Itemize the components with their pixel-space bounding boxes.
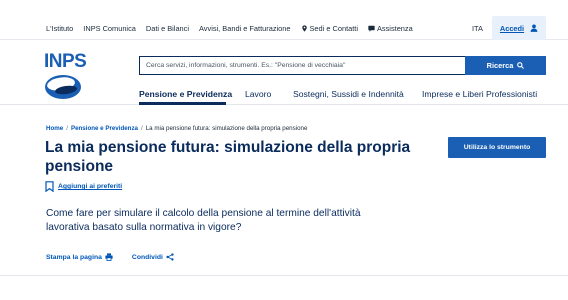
login-label: Accedi [499,23,525,33]
utility-link-sedi[interactable]: Sedi e Contatti [301,24,358,33]
utility-links: L'Istituto INPS Comunica Dati e Bilanci … [46,24,423,33]
tab-sostegni[interactable]: Sostegni, Sussidi e Indennità [293,89,404,99]
breadcrumb-separator: / [141,125,143,132]
utility-link-assistenza[interactable]: Assistenza [368,24,413,33]
location-pin-icon [301,25,307,32]
utility-link-avvisi[interactable]: Avvisi, Bandi e Fatturazione [199,24,290,33]
section-divider [0,275,568,276]
share-button[interactable]: Condividi [132,253,174,261]
page-title: La mia pensione futura: simulazione dell… [45,139,411,175]
printer-icon [105,253,113,261]
main-navigation: Pensione e Previdenza Lavoro Sostegni, S… [0,83,568,105]
breadcrumb-separator: / [66,125,68,132]
page-description: Come fare per simulare il calcolo della … [46,208,361,233]
breadcrumb: Home / Pensione e Previdenza / La mia pensio… [46,125,307,132]
search-icon [517,62,525,69]
share-icon [166,253,174,261]
breadcrumb-current: La mia pensione futura: simulazione dell… [145,125,308,132]
print-label: Stampa la pagina [46,253,102,261]
chat-icon [368,25,375,32]
share-label: Condividi [131,253,163,261]
search-button[interactable]: Ricerca [465,56,546,75]
language-selector[interactable]: ITA [472,24,483,33]
utility-link-dati-bilanci[interactable]: Dati e Bilanci [146,24,189,33]
breadcrumb-home[interactable]: Home [46,125,63,132]
user-icon [530,24,538,32]
search-button-label: Ricerca [486,61,514,70]
bookmark-icon [45,181,54,192]
breadcrumb-pensione[interactable]: Pensione e Previdenza [71,125,138,132]
page-actions: Stampa la pagina Condividi [46,253,193,261]
logo-wordmark: INPS [44,51,87,72]
tab-imprese[interactable]: Imprese e Liberi Professionisti [422,89,537,99]
utility-link-istituto[interactable]: L'Istituto [46,24,73,33]
top-utility-bar: L'Istituto INPS Comunica Dati e Bilanci … [0,0,568,40]
tab-lavoro[interactable]: Lavoro [245,89,271,99]
search-input[interactable]: Cerca servizi, informazioni, strumenti. … [139,56,465,75]
add-favorites-button[interactable]: Aggiungi ai preferiti [45,181,122,192]
utility-link-comunica[interactable]: INPS Comunica [83,24,136,33]
print-button[interactable]: Stampa la pagina [46,253,113,261]
login-button[interactable]: Accedi [492,16,546,40]
add-favorites-label: Aggiungi ai preferiti [58,183,123,190]
active-tab-indicator [139,102,226,105]
tab-pensione-previdenza[interactable]: Pensione e Previdenza [139,89,232,99]
use-tool-button[interactable]: Utilizza lo strumento [448,137,546,158]
